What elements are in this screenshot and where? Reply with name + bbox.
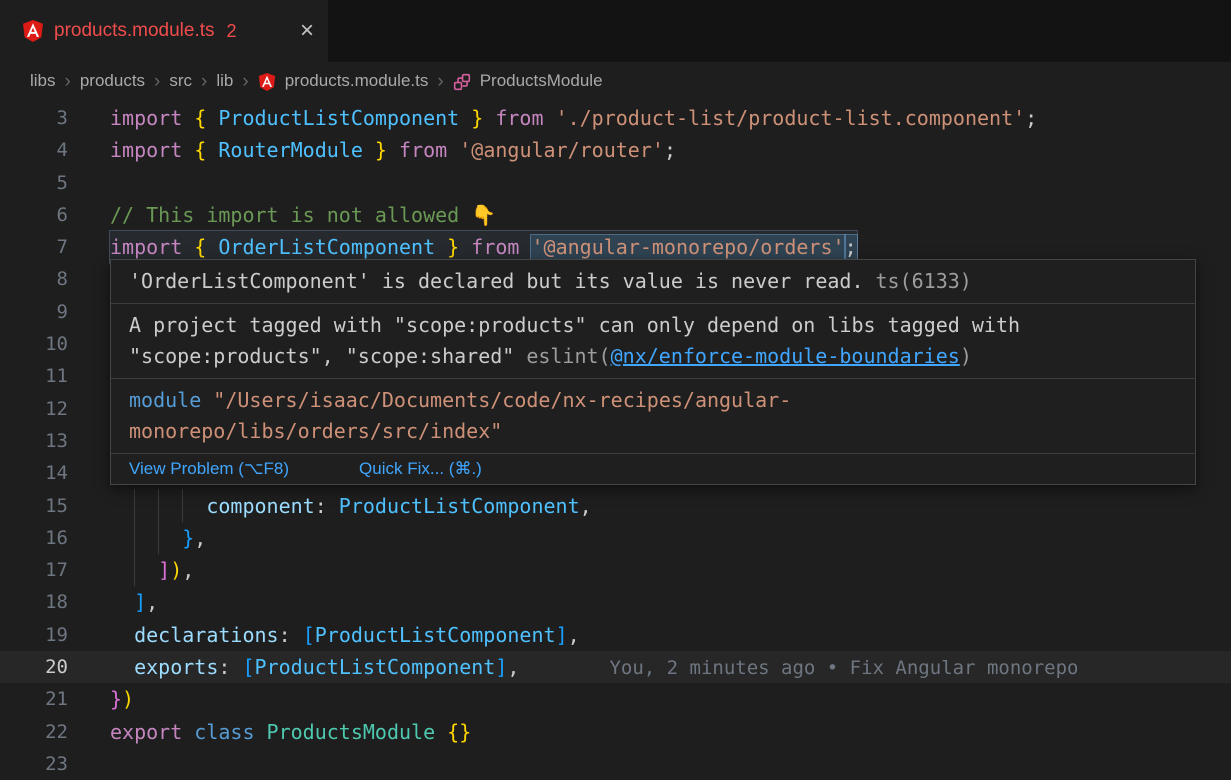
vscode-window: products.module.ts 2 × libs › products ›…: [0, 0, 1231, 780]
code-text: }): [110, 683, 134, 715]
module-keyword: module: [129, 388, 213, 412]
breadcrumb: libs › products › src › lib › products.m…: [0, 62, 1231, 100]
indent-guide: [158, 489, 159, 554]
line-number: 15: [0, 490, 68, 522]
indent-guide: [134, 489, 135, 586]
eslint-rule-link[interactable]: @nx/enforce-module-boundaries: [611, 344, 960, 368]
line-number: 17: [0, 554, 68, 586]
line-number: 3: [0, 102, 68, 134]
code-line-5[interactable]: 5: [0, 167, 1231, 199]
line-number: 22: [0, 716, 68, 748]
code-text: exports: [ProductListComponent],: [110, 651, 519, 683]
code-text: declarations: [ProductListComponent],: [110, 619, 580, 651]
line-number: 6: [0, 199, 68, 231]
chevron-right-icon: ›: [437, 72, 443, 91]
line-number: 19: [0, 619, 68, 651]
breadcrumb-item-src[interactable]: src: [169, 71, 192, 91]
line-number: 8: [0, 263, 68, 295]
line-number: 13: [0, 425, 68, 457]
code-line-23[interactable]: 23: [0, 748, 1231, 780]
eslint-source-close: ): [960, 344, 972, 368]
line-number: 12: [0, 393, 68, 425]
editor[interactable]: 3 import { ProductListComponent } from '.…: [0, 100, 1231, 780]
chevron-right-icon: ›: [154, 72, 160, 91]
line-number: 10: [0, 328, 68, 360]
line-number: 18: [0, 586, 68, 618]
angular-icon: [22, 20, 44, 42]
code-line-18[interactable]: 18 ],: [0, 586, 1231, 618]
code-text: ]),: [110, 554, 194, 586]
line-number: 9: [0, 296, 68, 328]
code-line-16[interactable]: 16 },: [0, 522, 1231, 554]
line-number: 5: [0, 167, 68, 199]
chevron-right-icon: ›: [65, 72, 71, 91]
chevron-right-icon: ›: [242, 72, 248, 91]
code-text: import { ProductListComponent } from './…: [110, 102, 1037, 134]
tab-error-badge: 2: [227, 21, 237, 42]
code-line-22[interactable]: 22 export class ProductsModule {}: [0, 716, 1231, 748]
code-line-17[interactable]: 17 ]),: [0, 554, 1231, 586]
angular-icon: [258, 72, 276, 90]
code-line-19[interactable]: 19 declarations: [ProductListComponent],: [0, 619, 1231, 651]
code-line-3[interactable]: 3 import { ProductListComponent } from '.…: [0, 102, 1231, 134]
line-number: 7: [0, 231, 68, 263]
breadcrumb-item-products[interactable]: products: [80, 71, 145, 91]
code-line-15[interactable]: 15 component: ProductListComponent,: [0, 490, 1231, 522]
quick-fix-button[interactable]: Quick Fix... (⌘.): [359, 459, 482, 479]
hover-eslint-diagnostic: A project tagged with "scope:products" c…: [111, 303, 1195, 378]
ts-diagnostic-message: 'OrderListComponent' is declared but its…: [129, 269, 864, 293]
code-text: // This import is not allowed 👇: [110, 199, 496, 231]
breadcrumb-item-symbol[interactable]: ProductsModule: [480, 71, 603, 91]
view-problem-button[interactable]: View Problem (⌥F8): [129, 459, 289, 479]
line-number: 4: [0, 134, 68, 166]
line-number: 11: [0, 360, 68, 392]
code-text: ],: [110, 586, 158, 618]
hover-actions: View Problem (⌥F8) Quick Fix... (⌘.): [111, 453, 1195, 484]
chevron-right-icon: ›: [201, 72, 207, 91]
tab-bar: products.module.ts 2 ×: [0, 0, 1231, 62]
module-path: "/Users/isaac/Documents/code/nx-recipes/…: [129, 388, 791, 443]
code-text: import { RouterModule } from '@angular/r…: [110, 134, 676, 166]
line-number: 16: [0, 522, 68, 554]
line-number: 14: [0, 457, 68, 489]
code-line-21[interactable]: 21}): [0, 683, 1231, 715]
line-number: 20: [0, 651, 68, 683]
problem-hover-popup: 'OrderListComponent' is declared but its…: [110, 259, 1196, 485]
line-number: 23: [0, 748, 68, 780]
breadcrumb-item-file[interactable]: products.module.ts: [285, 71, 429, 91]
hover-module-info: module "/Users/isaac/Documents/code/nx-r…: [111, 378, 1195, 453]
tab-title: products.module.ts: [54, 20, 215, 42]
code-text: export class ProductsModule {}: [110, 716, 471, 748]
code-line-4[interactable]: 4 import { RouterModule } from '@angular/…: [0, 134, 1231, 166]
ts-diagnostic-code: ts(6133): [876, 269, 972, 293]
indent-guide: [182, 489, 183, 522]
tab-products-module[interactable]: products.module.ts 2 ×: [0, 0, 328, 62]
line-number: 21: [0, 683, 68, 715]
code-line-6[interactable]: 6 // This import is not allowed 👇: [0, 199, 1231, 231]
eslint-source-open: eslint(: [526, 344, 610, 368]
class-symbol-icon: [453, 72, 471, 90]
close-icon[interactable]: ×: [300, 19, 314, 43]
code-line-20[interactable]: 20 exports: [ProductListComponent], You, …: [0, 651, 1231, 683]
hover-ts-diagnostic: 'OrderListComponent' is declared but its…: [111, 260, 1195, 303]
breadcrumb-item-libs[interactable]: libs: [30, 71, 56, 91]
git-blame-annotation: You, 2 minutes ago • Fix Angular monorep…: [609, 657, 1078, 679]
breadcrumb-item-lib[interactable]: lib: [216, 71, 233, 91]
